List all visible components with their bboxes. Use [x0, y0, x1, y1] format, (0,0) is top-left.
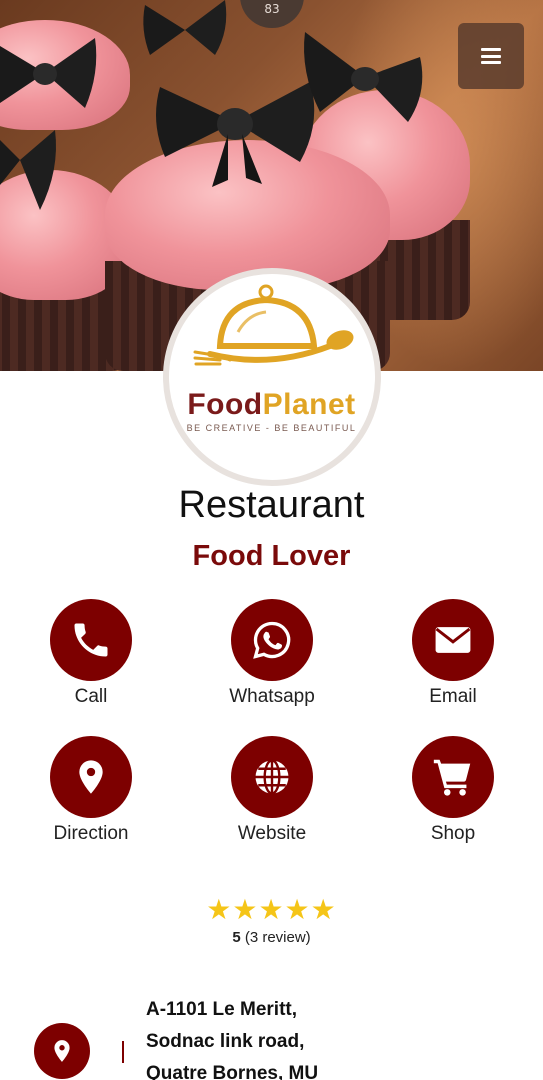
phone-icon [50, 599, 132, 681]
website-label: Website [237, 823, 307, 844]
bow-left-icon [0, 28, 100, 118]
bow-right-icon [300, 22, 430, 132]
brand-name: FoodPlanet [0, 388, 543, 422]
globe-icon [231, 736, 313, 818]
address-map-pin-icon[interactable] [34, 1023, 90, 1079]
address-line-1: A-1101 Le Meritt, [146, 999, 297, 1020]
call-label: Call [74, 686, 108, 707]
bow-left-lower-icon [0, 110, 60, 220]
rating-score: 5 [232, 929, 241, 946]
whatsapp-label: Whatsapp [229, 686, 315, 707]
address-divider [122, 1041, 124, 1063]
direction-button[interactable]: Direction [11, 736, 171, 845]
shop-label: Shop [430, 823, 476, 844]
map-pin-icon [50, 736, 132, 818]
envelope-icon [412, 599, 494, 681]
brand-name-part1: Food [187, 388, 263, 421]
brand-tagline: BE CREATIVE - BE BEAUTIFUL [186, 423, 357, 433]
review-count: (3 review) [244, 929, 311, 946]
star-rating-icon: ★★★★★ [206, 893, 337, 926]
rating-section: ★★★★★ 5 (3 review) [0, 893, 543, 947]
cloche-logo-icon [193, 284, 354, 366]
address-text: A-1101 Le Meritt, Sodnac link road, Quat… [146, 994, 346, 1080]
hamburger-menu-button[interactable] [458, 23, 524, 89]
shop-button[interactable]: Shop [373, 736, 533, 845]
email-button[interactable]: Email [373, 599, 533, 708]
page-title: Restaurant [178, 484, 365, 526]
website-button[interactable]: Website [192, 736, 352, 845]
hamburger-icon [481, 48, 501, 64]
direction-label: Direction [53, 823, 129, 844]
address-line-2: Sodnac link road, [146, 1031, 305, 1052]
bow-top-icon [140, 0, 230, 60]
email-label: Email [429, 686, 477, 707]
shopping-cart-icon [412, 736, 494, 818]
brand-name-part2: Planet [262, 388, 356, 421]
rating-summary: 5 (3 review) [0, 929, 543, 946]
page-subtitle: Food Lover [192, 540, 351, 572]
whatsapp-button[interactable]: Whatsapp [192, 599, 352, 708]
bow-center-icon [150, 62, 320, 192]
address-line-3: Quatre Bornes, MU [146, 1063, 319, 1080]
whatsapp-icon [231, 599, 313, 681]
call-button[interactable]: Call [11, 599, 171, 708]
